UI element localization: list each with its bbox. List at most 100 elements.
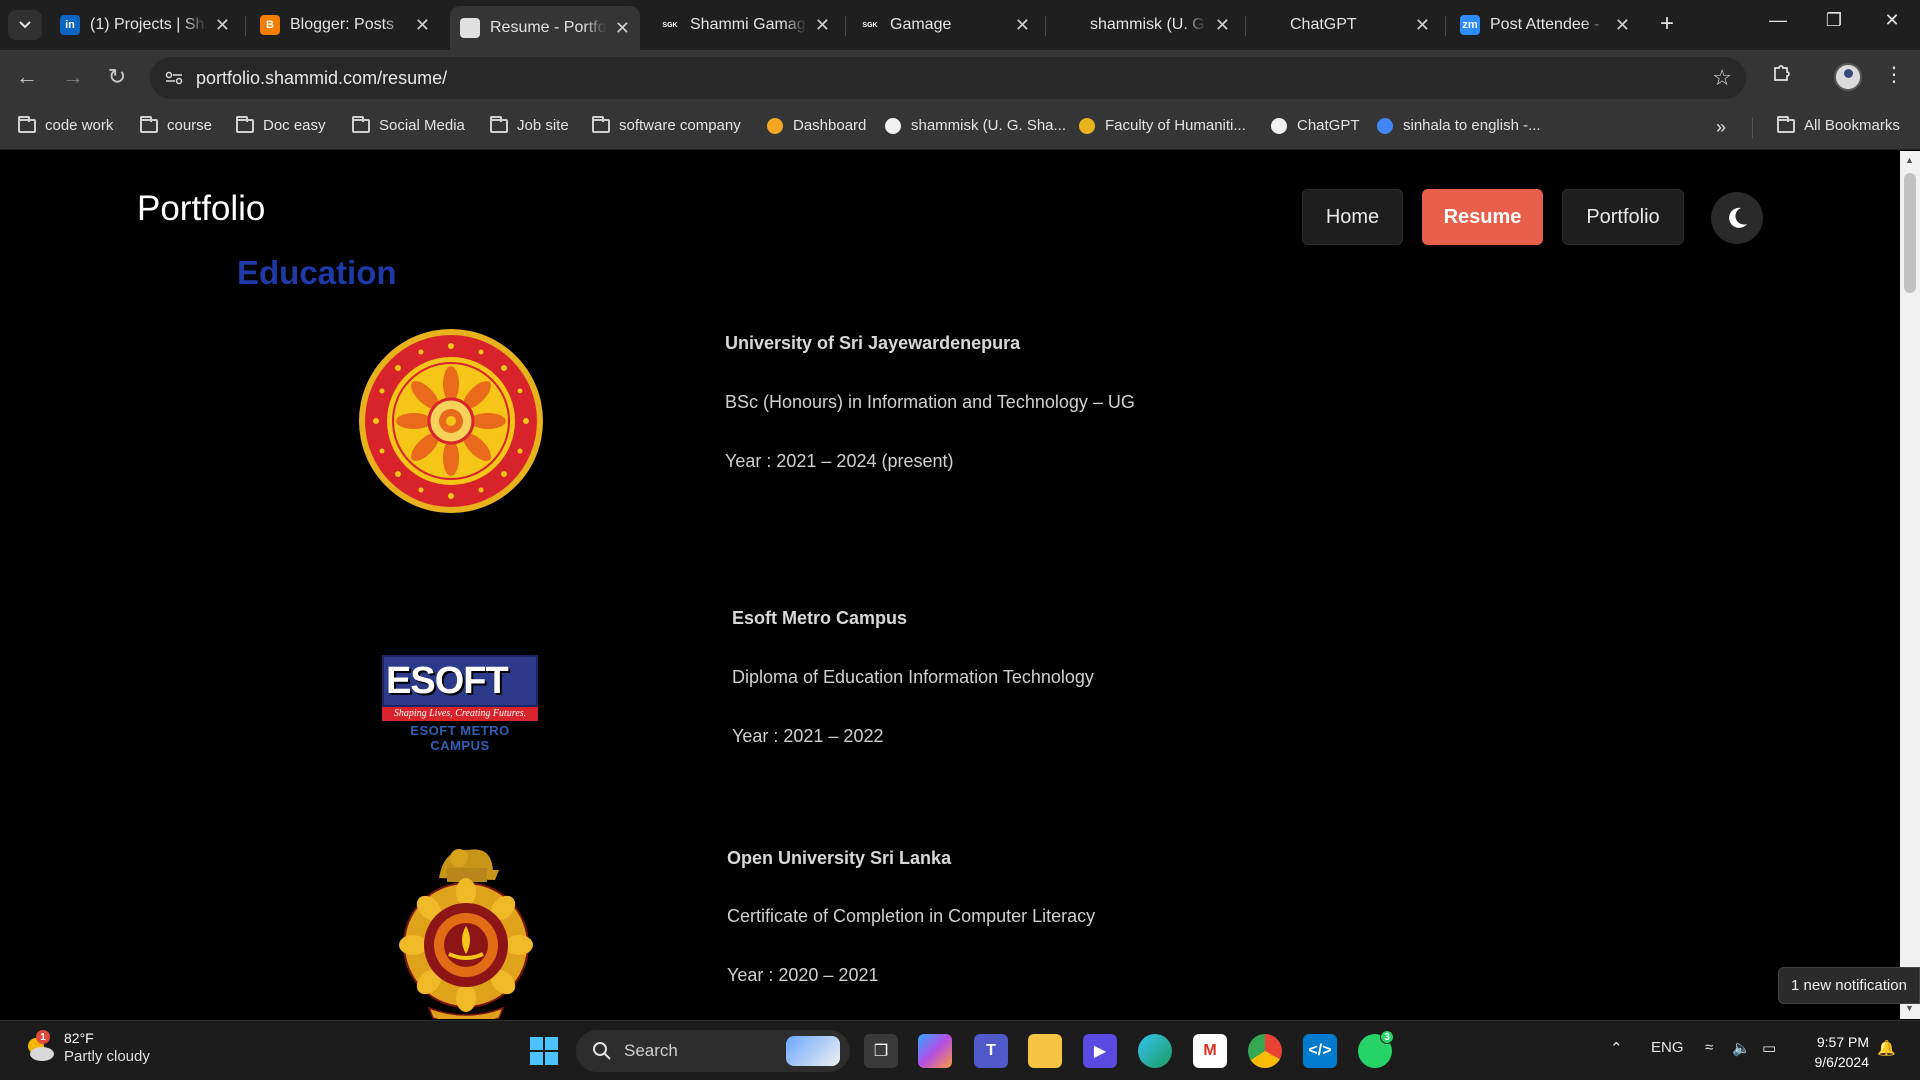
education-qualification: BSc (Honours) in Information and Technol… [725,392,1135,412]
ousl-logo [399,840,533,1019]
bookmark-label: software company [619,117,741,134]
bookmark-label: code work [45,117,114,134]
notification-bell-icon[interactable]: 🔔 [1877,1039,1896,1057]
tab-close-icon[interactable]: ✕ [215,15,230,36]
minimize-icon[interactable]: — [1758,10,1798,31]
folder-icon [1777,115,1795,134]
tab-search-button[interactable] [8,10,42,40]
windows-start-icon[interactable] [527,1034,561,1068]
bookmark-item[interactable]: ChatGPT [1270,117,1360,134]
tab-close-icon[interactable]: ✕ [1615,15,1630,36]
gmail-icon[interactable]: M [1193,1034,1227,1068]
scrollbar-thumb[interactable] [1904,173,1916,293]
file-explorer-icon[interactable] [1028,1034,1062,1068]
language-indicator[interactable]: ENG [1651,1039,1684,1056]
whatsapp-icon[interactable]: 3 [1358,1030,1394,1068]
bookmarks-bar: code work course Doc easy Social Media Job s… [0,106,1920,150]
media-app-icon[interactable]: ▶ [1083,1034,1117,1068]
tab-title: Post Attendee - [1490,16,1600,33]
tab-close-icon[interactable]: ✕ [415,15,430,36]
all-bookmarks-button[interactable]: All Bookmarks [1777,115,1900,134]
new-tab-button[interactable]: + [1652,10,1682,38]
tab-close-icon[interactable]: ✕ [1015,15,1030,36]
extensions-icon[interactable] [1766,62,1798,88]
bookmark-label: Job site [517,117,569,134]
profile-avatar[interactable] [1834,63,1862,91]
battery-icon[interactable]: ▭ [1762,1039,1776,1057]
bookmark-item[interactable]: Dashboard [766,117,866,134]
bookmark-item[interactable]: Social Media [352,115,465,134]
bookmark-item[interactable]: Job site [490,115,569,134]
tab-close-icon[interactable]: ✕ [815,15,830,36]
search-icon [593,1042,611,1060]
tab-close-icon[interactable]: ✕ [615,18,630,39]
close-window-icon[interactable]: ✕ [1872,10,1912,31]
bookmark-item[interactable]: course [140,115,212,134]
browser-tab[interactable]: SGK Gamage ✕ [850,8,1040,42]
tab-close-icon[interactable]: ✕ [1215,15,1230,36]
browser-tab[interactable]: ChatGPT ✕ [1250,8,1440,42]
nav-home-button[interactable]: Home [1302,189,1403,245]
chrome-icon[interactable] [1248,1034,1282,1068]
github-icon [884,117,902,134]
google-icon [1376,117,1394,134]
bookmark-star-icon[interactable]: ☆ [1712,65,1732,91]
tab-separator [1245,16,1246,36]
bookmark-item[interactable]: Doc easy [236,115,326,134]
site-info-icon[interactable] [162,66,186,90]
windows-taskbar: 1 82°F Partly cloudy Search ❐ T ▶ M </> … [0,1020,1920,1080]
scroll-down-icon[interactable]: ▼ [1905,1003,1914,1013]
browser-tab[interactable]: Resume - Portfol ✕ [450,6,640,50]
nav-resume-button[interactable]: Resume [1422,189,1543,245]
site-brand[interactable]: Portfolio [137,189,265,229]
task-view-icon[interactable]: ❐ [864,1034,898,1068]
partly-cloudy-icon: 1 [22,1030,58,1066]
more-bookmarks-icon[interactable]: » [1716,117,1726,138]
weather-badge: 1 [36,1030,50,1044]
tab-close-icon[interactable]: ✕ [1415,15,1430,36]
nav-portfolio-button[interactable]: Portfolio [1562,189,1684,245]
wifi-icon[interactable]: ≈ [1705,1039,1713,1056]
volume-icon[interactable]: 🔈 [1732,1039,1751,1057]
clock-date: 9/6/2024 [1814,1054,1870,1070]
teams-icon[interactable]: T [974,1034,1008,1068]
scroll-up-icon[interactable]: ▲ [1905,155,1914,165]
education-year: Year : 2020 – 2021 [727,965,879,985]
blogger-icon: B [260,15,280,35]
back-icon[interactable]: ← [12,64,42,90]
bookmark-item[interactable]: software company [592,115,741,134]
taskbar-search[interactable]: Search [576,1030,850,1072]
tray-overflow-icon[interactable]: ⌃ [1610,1039,1623,1057]
theme-toggle-button[interactable] [1711,192,1763,244]
bookmark-item[interactable]: code work [18,115,114,134]
browser-tab[interactable]: B Blogger: Posts ✕ [250,8,440,42]
clock-time: 9:57 PM [1816,1034,1869,1050]
bookmarks-divider [1752,118,1753,138]
bookmark-item[interactable]: Faculty of Humaniti... [1078,117,1246,134]
tab-separator [1045,16,1046,36]
bookmark-item[interactable]: shammisk (U. G. Sha... [884,117,1066,134]
page-scrollbar[interactable]: ▲ ▼ [1900,151,1920,1019]
browser-tab[interactable]: zm Post Attendee - ✕ [1450,8,1640,42]
system-clock[interactable]: 9:57 PM 9/6/2024 [1795,1032,1870,1072]
bookmark-item[interactable]: sinhala to english -... [1376,117,1541,134]
browser-tab[interactable]: in (1) Projects | Sha ✕ [50,8,240,42]
all-bookmarks-label: All Bookmarks [1804,117,1900,134]
weather-widget[interactable]: 1 82°F Partly cloudy [22,1029,150,1067]
vscode-icon[interactable]: </> [1303,1034,1337,1068]
tab-title: Resume - Portfol [490,19,607,36]
address-bar[interactable]: portfolio.shammid.com/resume/ ☆ [150,57,1746,99]
reload-icon[interactable]: ↻ [102,64,132,90]
browser-tab[interactable]: SGK Shammi Gamage ✕ [650,8,840,42]
restore-icon[interactable]: ❐ [1814,10,1854,31]
edge-icon[interactable] [1138,1034,1172,1068]
tab-separator [245,16,246,36]
notification-toast[interactable]: 1 new notification [1778,967,1920,1004]
chevron-down-icon [19,21,31,29]
tab-separator [845,16,846,36]
menu-kebab-icon[interactable]: ⋮ [1878,62,1910,87]
browser-tab[interactable]: shammisk (U. G. ✕ [1050,8,1240,42]
forward-icon[interactable]: → [58,64,88,90]
folder-icon [592,115,610,134]
copilot-icon[interactable] [918,1034,952,1068]
